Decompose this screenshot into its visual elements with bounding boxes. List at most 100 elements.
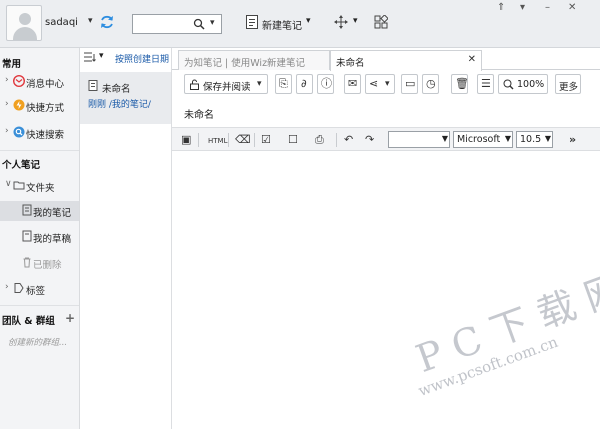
add-group-plus-icon[interactable]: + — [65, 311, 75, 325]
redo-icon[interactable]: ↷ — [365, 133, 374, 147]
new-note-icon[interactable] — [245, 14, 259, 30]
zoom-icon — [503, 79, 514, 90]
username[interactable]: sadaqi — [45, 17, 78, 28]
sidebar: 常用 › 消息中心 › 快捷方式 › 快速搜索 个人笔记 ∨ 文件夹 我的笔记 … — [0, 48, 80, 429]
email-icon: ✉ — [348, 77, 358, 90]
font-size-value: 10.5 — [520, 134, 542, 145]
format-toolbar: ▣ HTML ⌫ ☑ ☐ ⎙ ↶ ↷ ▼ Microsoft ▼ 10.5 ▼ … — [172, 127, 600, 151]
sidebar-item-deleted[interactable]: 已删除 — [0, 253, 79, 273]
message-center-icon — [13, 75, 25, 87]
undo-icon[interactable]: ↶ — [344, 133, 353, 147]
sidebar-item-label: 消息中心 — [26, 79, 65, 90]
menu-icon[interactable]: ▾ — [520, 2, 525, 13]
search-input[interactable] — [135, 17, 191, 31]
font-family-select[interactable]: Microsoft ▼ — [453, 131, 513, 148]
save-and-read-button[interactable]: 保存并阅读 ▾ — [184, 74, 268, 94]
move-icon[interactable] — [333, 14, 349, 30]
chevron-down-icon[interactable]: ▾ — [385, 78, 390, 90]
email-button[interactable]: ✉ — [344, 74, 361, 94]
divider — [0, 150, 79, 151]
comment-icon: ▭ — [405, 77, 416, 90]
sidebar-item-message-center[interactable]: › 消息中心 — [0, 72, 79, 92]
create-group-link[interactable]: 创建新的群组... — [8, 336, 78, 348]
minimize-icon[interactable]: – — [545, 2, 550, 13]
sidebar-item-my-notes[interactable]: 我的笔记 — [0, 201, 79, 221]
tab-wiz-new-note[interactable]: 为知笔记 | 使用Wiz新建笔记 — [178, 50, 330, 70]
checkbox-icon[interactable]: ☐ — [288, 133, 298, 147]
eraser-icon[interactable]: ⌫ — [235, 133, 251, 147]
heading-select[interactable]: ▼ — [388, 131, 450, 148]
trash-icon: 🗑 — [455, 77, 469, 90]
save-and-read-label: 保存并阅读 — [203, 82, 251, 93]
search-box: ▾ — [132, 14, 222, 34]
sidebar-item-folders[interactable]: ∨ 文件夹 — [0, 176, 79, 196]
sort-bar: ▾ 按照创建日期 — [80, 48, 171, 66]
paperclip-icon: ∂ — [301, 77, 307, 90]
html-icon[interactable]: HTML — [208, 134, 227, 148]
note-title-field[interactable]: 未命名 — [184, 106, 214, 121]
share-icon: ⋖ — [369, 77, 379, 90]
apps-grid-icon[interactable] — [374, 15, 388, 29]
sidebar-item-shortcuts[interactable]: › 快捷方式 — [0, 96, 79, 116]
share-button[interactable]: ⋖ ▾ — [365, 74, 395, 94]
font-size-select[interactable]: 10.5 ▼ — [516, 131, 553, 148]
sidebar-item-label: 我的草稿 — [33, 234, 72, 245]
section-common-title: 常用 — [2, 59, 22, 70]
bookmark-button[interactable]: ⎘ — [275, 74, 292, 94]
new-note-button[interactable]: 新建笔记 — [262, 17, 302, 32]
more-button[interactable]: 更多 — [555, 74, 581, 94]
view-mode-icon[interactable] — [84, 52, 96, 62]
sidebar-item-drafts[interactable]: 我的草稿 — [0, 227, 79, 247]
note-title: 未命名 — [102, 84, 131, 95]
shortcut-icon — [13, 99, 25, 111]
avatar-head-shape — [19, 13, 31, 25]
move-chevron-icon[interactable]: ▾ — [353, 16, 358, 26]
user-menu-chevron-icon[interactable]: ▾ — [88, 16, 93, 26]
note-toolbar: 保存并阅读 ▾ ⎘ ∂ ⓘ ✉ ⋖ ▾ ▭ ◷ 🗑 ☰ 100% 更多 — [172, 74, 600, 96]
separator — [198, 133, 199, 147]
avatar[interactable] — [6, 5, 42, 41]
save-icon[interactable]: ▣ — [181, 133, 191, 147]
delete-button[interactable]: 🗑 — [451, 74, 469, 94]
sidebar-item-tags[interactable]: › 标签 — [0, 279, 79, 299]
search-options-chevron-icon[interactable]: ▾ — [210, 18, 215, 28]
chevron-down-icon: ▼ — [504, 134, 511, 143]
chevron-right-icon: › — [5, 75, 9, 85]
section-team-title: 团队 & 群组 — [2, 316, 55, 327]
tag-icon — [14, 283, 24, 293]
tab-label: 未命名 — [336, 58, 365, 69]
unlock-icon — [190, 79, 199, 90]
quick-search-icon — [13, 126, 25, 138]
avatar-body-shape — [13, 27, 37, 40]
expand-toolbar-icon[interactable]: » — [569, 133, 576, 147]
zoom-button[interactable]: 100% — [498, 74, 548, 94]
info-button[interactable]: ⓘ — [317, 74, 334, 94]
attachment-button[interactable]: ∂ — [296, 74, 313, 94]
chevron-down-icon: ∨ — [5, 179, 12, 189]
outline-button[interactable]: ☰ — [477, 74, 494, 94]
bookmark-icon: ⎘ — [279, 77, 288, 90]
sidebar-item-label: 已删除 — [33, 260, 62, 271]
edit-box-icon[interactable]: ☑ — [261, 133, 271, 147]
section-personal-title: 个人笔记 — [2, 160, 41, 171]
search-icon[interactable] — [193, 18, 205, 30]
reminder-button[interactable]: ◷ — [422, 74, 439, 94]
comment-button[interactable]: ▭ — [401, 74, 418, 94]
chevron-down-icon[interactable]: ▾ — [257, 78, 262, 90]
insert-doc-icon[interactable]: ⎙ — [315, 133, 324, 147]
separator — [336, 133, 337, 147]
font-family-value: Microsoft — [457, 134, 501, 145]
new-note-chevron-icon[interactable]: ▾ — [306, 16, 311, 26]
sync-icon[interactable] — [99, 14, 115, 30]
sidebar-item-label: 快速搜索 — [26, 130, 65, 141]
view-mode-chevron-icon[interactable]: ▾ — [99, 51, 104, 61]
skin-icon[interactable]: ⇑ — [497, 2, 505, 13]
tab-untitled[interactable]: 未命名 ✕ — [330, 50, 482, 71]
note-list-item[interactable]: 未命名 刚刚 /我的笔记/ — [80, 72, 171, 124]
sidebar-item-quick-search[interactable]: › 快速搜索 — [0, 123, 79, 143]
close-tab-icon[interactable]: ✕ — [468, 54, 476, 65]
sort-by-created-date-link[interactable]: 按照创建日期 — [115, 52, 171, 65]
drafts-icon — [22, 230, 32, 242]
tab-bar: 为知笔记 | 使用Wiz新建笔记 未命名 ✕ — [172, 48, 600, 71]
close-icon[interactable]: ✕ — [568, 2, 576, 13]
